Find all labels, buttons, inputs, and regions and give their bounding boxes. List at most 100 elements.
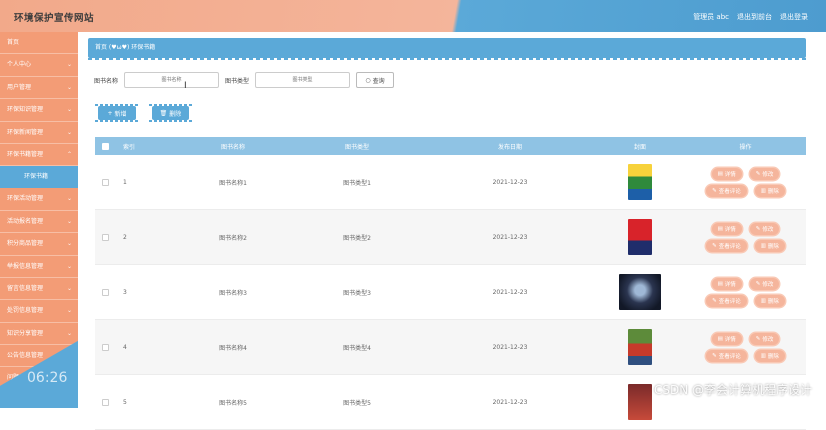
row-book-name: 图书名称2 <box>219 234 247 242</box>
sidebar-item-home[interactable]: 首页 <box>0 32 78 55</box>
row-checkbox[interactable] <box>101 343 109 351</box>
chevron-down-icon: ⌄ <box>66 106 72 114</box>
view-comments-button[interactable]: ✎ 查看评论 <box>706 294 747 307</box>
sidebar-item-label: 环保知识管理 <box>7 106 44 114</box>
row-index: 5 <box>123 398 127 406</box>
sidebar-item-label: 用户管理 <box>7 83 32 91</box>
delete-button[interactable]: ▥ 删除 <box>754 239 785 252</box>
logout-link[interactable]: 退出登录 <box>780 12 808 22</box>
csdn-watermark: CSDN @李会计算机程序设计 <box>653 383 812 397</box>
sidebar-item-notices[interactable]: 公告信息管理 ⌄ <box>0 345 78 368</box>
row-checkbox[interactable] <box>101 233 109 241</box>
view-comments-button[interactable]: ✎ 查看评论 <box>706 239 747 252</box>
view-comments-button[interactable]: ✎ 查看评论 <box>706 184 747 197</box>
row-book-name: 图书名称3 <box>219 289 247 297</box>
detail-button[interactable]: ▤ 详情 <box>711 332 742 345</box>
delete-label: 删除 <box>767 298 779 305</box>
breadcrumb: 首页 (♥ω♥) 环保书籍 <box>88 38 806 60</box>
view-comments-label: 查看评论 <box>718 243 741 250</box>
chevron-down-icon: ⌄ <box>66 61 72 69</box>
sidebar-item-label: 个人中心 <box>7 61 32 69</box>
table-row: 2 图书名称2 图书类型2 2021-12-23 ▤ 详情 ✎ 修改 ✎ 查看评论 ▥… <box>95 210 806 265</box>
book-type-label: 图书类型 <box>225 77 250 85</box>
edit-label: 修改 <box>762 281 774 288</box>
detail-label: 详情 <box>724 226 736 233</box>
edit-icon: ✎ <box>755 170 761 177</box>
chevron-down-icon: ⌄ <box>66 374 72 382</box>
sidebar-item-label: 留言信息管理 <box>7 284 44 292</box>
sidebar-item-system[interactable]: 系统管理 ⌄ <box>0 390 78 408</box>
book-name-input[interactable] <box>124 72 220 88</box>
detail-button[interactable]: ▤ 详情 <box>711 277 742 290</box>
header-publish-date: 发布日期 <box>497 143 522 151</box>
row-checkbox[interactable] <box>101 178 109 186</box>
table-row: 1 图书名称1 图书类型1 2021-12-23 ▤ 详情 ✎ 修改 ✎ 查看评论 ▥… <box>95 155 806 210</box>
sidebar-item-reports[interactable]: 举报信息管理 ⌄ <box>0 256 78 278</box>
select-all-checkbox[interactable] <box>101 142 109 150</box>
row-index: 3 <box>123 288 127 296</box>
sidebar-item-users[interactable]: 用户管理 ⌄ <box>0 77 78 100</box>
site-title: 环境保护宣传网站 <box>14 13 95 24</box>
chevron-down-icon: ⌄ <box>66 329 72 337</box>
delete-button[interactable]: ▥ 删除 <box>754 349 785 362</box>
table-header: 索引 图书名称 图书类型 发布日期 封面 操作 <box>95 137 806 155</box>
table-row: 4 图书名称4 图书类型4 2021-12-23 ▤ 详情 ✎ 修改 ✎ 查看评论 ▥… <box>95 320 806 375</box>
row-book-type: 图书类型5 <box>343 399 371 407</box>
sidebar-item-label: 举报信息管理 <box>7 262 44 270</box>
row-checkbox[interactable] <box>101 398 109 406</box>
row-checkbox[interactable] <box>101 288 109 296</box>
exit-to-front-link[interactable]: 退出到前台 <box>737 12 772 22</box>
sidebar-item-label: 首页 <box>7 39 20 46</box>
edit-button[interactable]: ✎ 修改 <box>749 332 780 345</box>
sidebar: 首页 个人中心 ⌄ 用户管理 ⌄ 环保知识管理 ⌄ 环保新闻管理 ⌄ 环保书籍管理 ⌃ 环… <box>0 32 78 408</box>
edit-button[interactable]: ✎ 修改 <box>749 277 780 290</box>
header-index: 索引 <box>123 143 136 151</box>
book-cover-image <box>628 219 652 255</box>
add-button[interactable]: + 新增 <box>95 104 139 122</box>
delete-button[interactable]: ▥ 删除 <box>754 184 785 197</box>
sidebar-item-profile[interactable]: 个人中心 ⌄ <box>0 54 78 77</box>
detail-icon: ▤ <box>717 225 723 232</box>
sidebar-item-activities[interactable]: 环保活动管理 ⌄ <box>0 188 78 211</box>
header-user-area: 管理员 abc 退出到前台 退出登录 <box>693 12 808 22</box>
book-type-input[interactable] <box>255 72 351 88</box>
sidebar-item-knowledge[interactable]: 环保知识管理 ⌄ <box>0 99 78 122</box>
row-publish-date: 2021-12-23 <box>492 178 528 186</box>
detail-button[interactable]: ▤ 详情 <box>711 222 742 235</box>
sidebar-item-messages[interactable]: 留言信息管理 ⌄ <box>0 278 78 301</box>
trash-icon: 🗑 <box>159 109 168 117</box>
sidebar-item-news[interactable]: 环保新闻管理 ⌄ <box>0 122 78 144</box>
comment-icon: ✎ <box>712 297 717 304</box>
sidebar-item-sharing[interactable]: 知识分享管理 ⌄ <box>0 323 78 346</box>
header-book-type: 图书类型 <box>344 143 369 151</box>
search-button[interactable]: ○ 查询 <box>356 72 395 88</box>
edit-button[interactable]: ✎ 修改 <box>749 167 780 180</box>
detail-icon: ▤ <box>717 280 723 287</box>
add-button-label: 新增 <box>114 110 127 118</box>
sidebar-item-penalties[interactable]: 处罚信息管理 ⌄ <box>0 300 78 323</box>
row-publish-date: 2021-12-23 <box>492 343 528 351</box>
sidebar-subitem-books[interactable]: 环保书籍 <box>0 166 78 189</box>
sidebar-item-books[interactable]: 环保书籍管理 ⌃ <box>0 144 78 167</box>
trash-icon: ▥ <box>760 187 766 194</box>
delete-button[interactable]: ▥ 删除 <box>754 294 785 307</box>
chevron-down-icon: ⌄ <box>66 128 72 136</box>
sidebar-item-label: 积分商品管理 <box>7 240 44 248</box>
view-comments-button[interactable]: ✎ 查看评论 <box>706 349 747 362</box>
delete-button-label: 删除 <box>169 110 182 118</box>
row-publish-date: 2021-12-23 <box>492 398 528 406</box>
sidebar-item-points-goods[interactable]: 积分商品管理 ⌄ <box>0 233 78 256</box>
sidebar-item-label: 环保书籍管理 <box>7 150 44 158</box>
batch-delete-button[interactable]: 🗑 删除 <box>149 104 192 122</box>
book-cover-image <box>628 164 652 200</box>
chevron-down-icon: ⌄ <box>66 284 72 292</box>
chevron-up-icon: ⌃ <box>66 150 72 158</box>
chevron-down-icon: ⌄ <box>66 83 72 91</box>
chevron-down-icon: ⌄ <box>66 240 72 248</box>
chevron-down-icon: ⌄ <box>66 352 72 360</box>
edit-button[interactable]: ✎ 修改 <box>749 222 780 235</box>
plus-icon: + <box>107 109 113 117</box>
detail-button[interactable]: ▤ 详情 <box>711 167 742 180</box>
sidebar-item-signups[interactable]: 活动报名管理 ⌄ <box>0 211 78 234</box>
row-book-type: 图书类型3 <box>343 289 371 297</box>
